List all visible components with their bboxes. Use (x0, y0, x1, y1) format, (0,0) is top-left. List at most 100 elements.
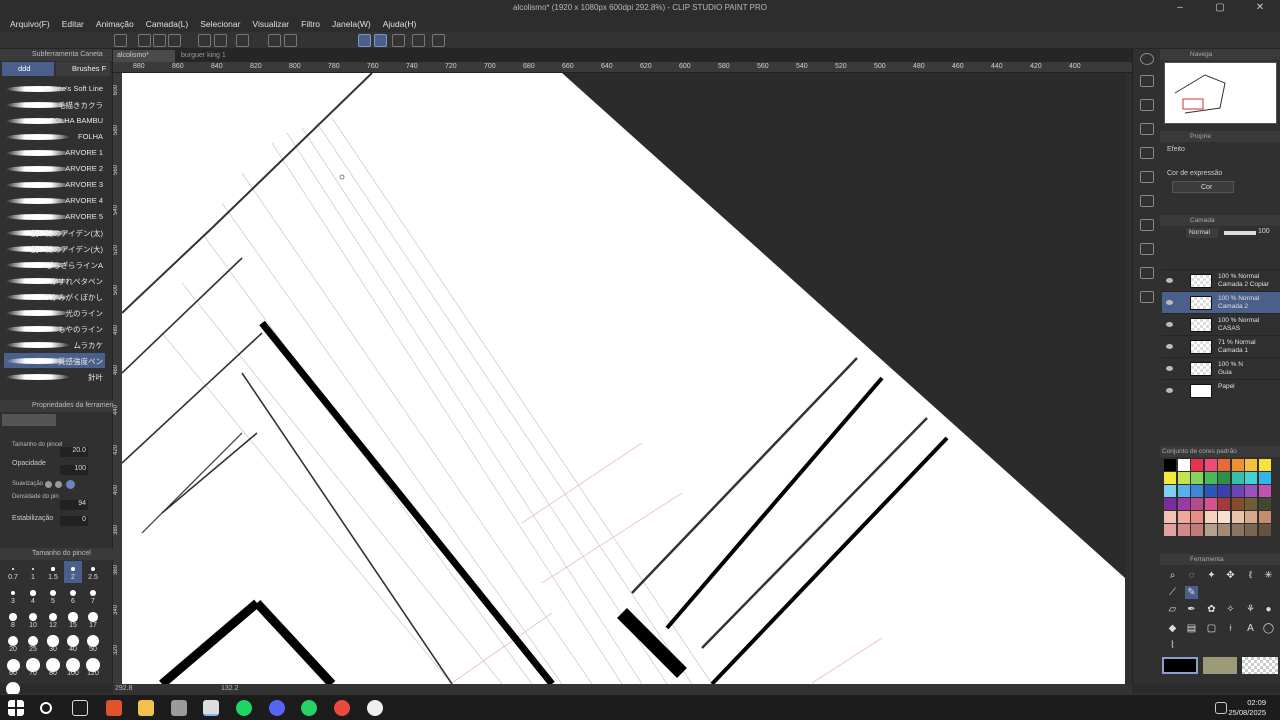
smoothing-option-1[interactable] (45, 481, 52, 488)
tab-burguer-king[interactable]: burguer king 1 (177, 50, 237, 62)
menu-select[interactable]: Selecionar (200, 19, 240, 29)
save-icon[interactable] (168, 34, 181, 47)
color-history-icon[interactable] (1140, 243, 1154, 255)
brush-size-option[interactable]: 50 (84, 633, 102, 655)
edit-ruler-icon[interactable] (392, 34, 405, 47)
frame-tool-icon[interactable]: ▢ (1205, 622, 1218, 635)
brush-size-option[interactable]: 5 (44, 585, 62, 607)
opacity-value[interactable]: 100 (60, 465, 88, 475)
color-swatch[interactable] (1191, 459, 1203, 471)
maximize-icon[interactable]: ▢ (1200, 0, 1240, 16)
color-swatch[interactable] (1204, 524, 1217, 536)
correct-line-icon[interactable]: ⌇ (1166, 639, 1179, 652)
tablet-icon[interactable] (432, 34, 445, 47)
text-tool-icon[interactable]: A (1244, 622, 1257, 635)
fill-tool-icon[interactable]: ◆ (1166, 622, 1179, 635)
close-icon[interactable]: ✕ (1240, 0, 1280, 16)
color-swatch[interactable] (1218, 459, 1230, 471)
pen-tool-icon[interactable]: ✎ (1185, 586, 1198, 599)
main-color-swatch[interactable] (1162, 657, 1198, 674)
color-swatch[interactable] (1245, 498, 1257, 510)
brush-size-option[interactable]: 1.5 (44, 561, 62, 583)
brush-size-option[interactable]: 30 (44, 633, 62, 655)
color-swatch[interactable] (1231, 472, 1244, 484)
magic-wand-icon[interactable]: ✳ (1262, 569, 1275, 582)
open-file-icon[interactable] (153, 34, 166, 47)
color-swatch[interactable] (1245, 524, 1257, 536)
brush-item[interactable]: Eevee's Soft Line (4, 81, 105, 96)
zoom-value[interactable]: 292.8 (115, 685, 133, 692)
brush-size-option[interactable]: 8 (4, 609, 22, 631)
decoration-icon[interactable]: ✿ (1205, 603, 1218, 616)
color-swatch[interactable] (1164, 498, 1176, 510)
brush-item[interactable]: ARVORE 3 (4, 177, 105, 192)
brush-size-value[interactable]: 20.0 (60, 447, 88, 457)
snap-ruler-icon[interactable] (358, 34, 371, 47)
navigator-preview[interactable] (1164, 62, 1277, 124)
brush-item[interactable]: もやのライン (4, 321, 105, 336)
pen-tray-icon[interactable] (1215, 702, 1227, 714)
color-swatch[interactable] (1177, 524, 1190, 536)
color-swatch[interactable] (1191, 472, 1203, 484)
brush-item[interactable]: 鋭い線のアイデン(大) (4, 241, 105, 256)
menu-help[interactable]: Ajuda(H) (383, 19, 417, 29)
subtool-tab-brushes[interactable]: Brushes F (56, 62, 110, 76)
color-swatch[interactable] (1258, 511, 1271, 523)
brush-item[interactable]: 鋭い線のアイデン(太) (4, 225, 105, 240)
brush-item[interactable]: 光のライン (4, 305, 105, 320)
eraser-icon[interactable]: ▱ (1166, 603, 1179, 616)
close-panel-icon[interactable] (1140, 123, 1154, 135)
menu-filter[interactable]: Filtro (301, 19, 320, 29)
item-bank-icon[interactable] (1140, 291, 1154, 303)
discord-icon[interactable] (269, 700, 285, 716)
brush-item[interactable]: 質感強度ペン (4, 353, 105, 368)
start-icon[interactable] (8, 700, 24, 716)
color-swatch[interactable] (1258, 524, 1271, 536)
smoothing-option-2[interactable] (55, 481, 62, 488)
brush-item[interactable]: 毛描きカクラ (4, 97, 105, 112)
color-swatch[interactable] (1218, 485, 1230, 497)
brush-item[interactable]: ざらざらラインA (4, 257, 105, 272)
color-swatch[interactable] (1231, 524, 1244, 536)
brush-item[interactable]: ムラカケ (4, 337, 105, 352)
layer-row[interactable]: 100 % Normal Camada 2 Copiar (1162, 269, 1280, 291)
color-swatch[interactable] (1204, 498, 1217, 510)
color-swatch[interactable] (1218, 472, 1230, 484)
brush-size-option[interactable]: 120 (84, 657, 102, 679)
color-swatch[interactable] (1164, 485, 1176, 497)
fill-icon[interactable] (268, 34, 281, 47)
color-swatch[interactable] (1245, 472, 1257, 484)
color-swatch[interactable] (1258, 485, 1271, 497)
color-swatch[interactable] (1218, 511, 1230, 523)
color-swatch[interactable] (1177, 485, 1190, 497)
layer-props-icon[interactable] (1140, 99, 1154, 111)
brush-item[interactable]: 針叶 (4, 369, 105, 384)
move-tool-icon[interactable]: ✥ (1224, 569, 1237, 582)
eyedropper-icon[interactable]: ⟋ (1166, 586, 1179, 599)
transparent-color-swatch[interactable] (1242, 657, 1278, 674)
layer-row[interactable]: 100 % Normal CASAS (1162, 313, 1280, 335)
clip-studio-icon[interactable] (114, 34, 127, 47)
brush-item[interactable]: かすれペタペン (4, 273, 105, 288)
color-swatch[interactable] (1177, 472, 1190, 484)
brush-size-option[interactable]: 2 (64, 561, 82, 583)
timeline-icon[interactable] (1140, 195, 1154, 207)
color-swatch[interactable] (1164, 459, 1176, 471)
subtool-tab-ddd[interactable]: ddd (2, 62, 54, 76)
color-swatch[interactable] (1258, 472, 1271, 484)
brush-size-option[interactable]: 20 (4, 633, 22, 655)
expression-color-select[interactable]: Cor (1172, 181, 1234, 193)
menu-edit[interactable]: Editar (62, 19, 84, 29)
brush-size-option[interactable]: 0.7 (4, 561, 22, 583)
color-swatch[interactable] (1245, 485, 1257, 497)
brush-size-option[interactable]: 15 (64, 609, 82, 631)
brush-size-option[interactable]: 80 (44, 657, 62, 679)
menu-window[interactable]: Janela(W) (332, 19, 371, 29)
color-swatch[interactable] (1258, 498, 1271, 510)
angle-value[interactable]: 132.2 (221, 684, 239, 694)
eye-icon[interactable] (1166, 344, 1173, 349)
color-swatch[interactable] (1177, 459, 1190, 471)
layer-opacity-slider[interactable] (1224, 231, 1256, 235)
eye-icon[interactable] (1166, 388, 1173, 393)
color-swatch[interactable] (1245, 459, 1257, 471)
